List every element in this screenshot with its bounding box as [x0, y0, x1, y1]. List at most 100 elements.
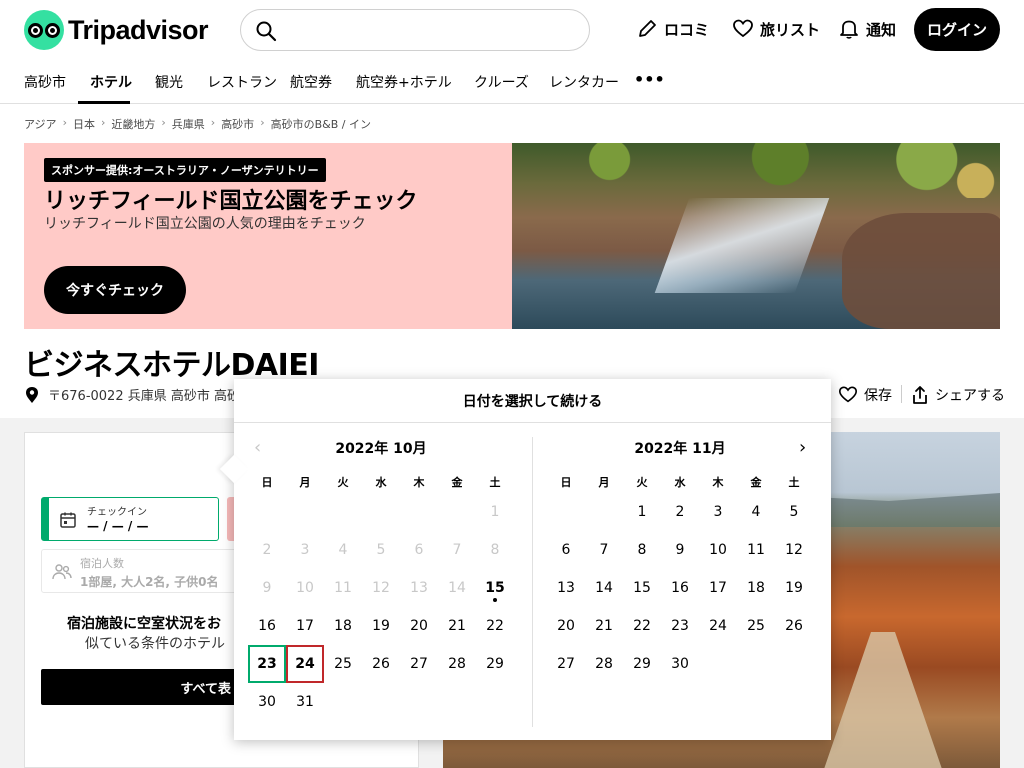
weekday-header: 金 — [451, 476, 463, 489]
nav-item-flights[interactable]: 航空券 — [290, 72, 332, 92]
calendar-day[interactable]: 29 — [476, 645, 514, 683]
calendar-day[interactable]: 12 — [775, 531, 813, 569]
calendar-day-checkout[interactable]: 24 — [286, 645, 324, 683]
calendar-day[interactable]: 16 — [248, 607, 286, 645]
sponsored-banner[interactable]: スポンサー提供:オーストラリア・ノーザンテリトリー リッチフィールド国立公園をチ… — [24, 143, 1000, 329]
share-label: シェアする — [935, 388, 1005, 404]
breadcrumb-item[interactable]: 高砂市 — [221, 116, 254, 132]
calendar-day[interactable]: 17 — [699, 569, 737, 607]
nav-item-restaurants[interactable]: レストラン — [207, 72, 277, 92]
nav-item-rental-cars[interactable]: レンタカー — [549, 72, 619, 92]
calendar-day[interactable]: 16 — [661, 569, 699, 607]
calendar-day[interactable]: 30 — [661, 645, 699, 683]
calendar-day[interactable]: 22 — [623, 607, 661, 645]
calendar-day[interactable]: 17 — [286, 607, 324, 645]
checkin-date-field[interactable]: チェックイン — / — / — — [41, 497, 219, 541]
calendar-day[interactable]: 1 — [623, 493, 661, 531]
nav-more-button[interactable]: ••• — [634, 70, 665, 89]
calendar-day[interactable]: 31 — [286, 683, 324, 721]
weekday-header: 木 — [413, 476, 425, 489]
month-title: 2022年 11月 — [634, 441, 726, 457]
calendar-day[interactable]: 15 — [623, 569, 661, 607]
hotel-name: ビジネスホテルDAIEI — [24, 348, 319, 383]
calendar-day[interactable]: 20 — [400, 607, 438, 645]
calendar-day[interactable]: 10 — [699, 531, 737, 569]
sponsor-tag: スポンサー提供:オーストラリア・ノーザンテリトリー — [44, 158, 326, 182]
calendar-day[interactable]: 30 — [248, 683, 286, 721]
calendar-day[interactable]: 18 — [324, 607, 362, 645]
search-input[interactable] — [240, 9, 590, 51]
calendar-day-today[interactable]: 15 — [476, 569, 514, 607]
calendar-day[interactable]: 9 — [661, 531, 699, 569]
heart-icon — [733, 19, 753, 38]
checkin-value: — / — / — — [87, 519, 149, 533]
calendar-day: 8 — [490, 542, 500, 558]
calendar-day[interactable]: 3 — [699, 493, 737, 531]
calendar-day[interactable]: 6 — [547, 531, 585, 569]
write-review-link[interactable]: ロコミ — [636, 18, 709, 40]
month-divider — [532, 437, 533, 727]
checkin-label: チェックイン — [87, 507, 147, 518]
calendar-day[interactable]: 21 — [438, 607, 476, 645]
calendar-day[interactable]: 5 — [775, 493, 813, 531]
calendar-day[interactable]: 19 — [362, 607, 400, 645]
calendar-day[interactable]: 25 — [324, 645, 362, 683]
calendar-day[interactable]: 4 — [737, 493, 775, 531]
trips-link[interactable]: 旅リスト — [732, 18, 820, 40]
breadcrumb-item[interactable]: 近畿地方 — [111, 116, 155, 132]
calendar-day[interactable]: 26 — [775, 607, 813, 645]
calendar-day: 7 — [452, 542, 462, 558]
breadcrumb-item[interactable]: 兵庫県 — [172, 116, 205, 132]
nav-item-attractions[interactable]: 観光 — [155, 72, 183, 92]
calendar-day[interactable]: 13 — [547, 569, 585, 607]
month-title: 2022年 10月 — [335, 441, 427, 457]
calendar-day[interactable]: 14 — [585, 569, 623, 607]
weekday-header: 木 — [712, 476, 724, 489]
calendar-day[interactable]: 19 — [775, 569, 813, 607]
availability-message: 宿泊施設に空室状況をお — [67, 616, 221, 632]
category-nav: 高砂市 ホテル 観光 レストラン 航空券 航空券+ホテル クルーズ レンタカー … — [0, 60, 1024, 104]
calendar-day[interactable]: 23 — [661, 607, 699, 645]
next-month-chevron-icon[interactable]: › — [799, 437, 806, 458]
calendar-day[interactable]: 28 — [438, 645, 476, 683]
notifications-link[interactable]: 通知 — [838, 18, 896, 40]
calendar-day[interactable]: 28 — [585, 645, 623, 683]
calendar-day[interactable]: 20 — [547, 607, 585, 645]
date-picker-heading: 日付を選択して続ける — [234, 379, 831, 423]
calendar-day[interactable]: 2 — [661, 493, 699, 531]
calendar-day[interactable]: 24 — [699, 607, 737, 645]
nav-item-hotels[interactable]: ホテル — [90, 72, 132, 92]
banner-check-now-button[interactable]: 今すぐチェック — [44, 266, 186, 314]
show-all-button[interactable]: すべて表 — [41, 669, 241, 705]
calendar-day[interactable]: 26 — [362, 645, 400, 683]
calendar-day[interactable]: 27 — [547, 645, 585, 683]
calendar-day[interactable]: 29 — [623, 645, 661, 683]
nav-item-city[interactable]: 高砂市 — [24, 72, 66, 92]
banner-text-panel: スポンサー提供:オーストラリア・ノーザンテリトリー リッチフィールド国立公園をチ… — [24, 143, 512, 329]
save-button[interactable]: 保存 — [838, 385, 892, 405]
calendar-day-checkin[interactable]: 23 — [248, 645, 286, 683]
share-button[interactable]: シェアする — [911, 385, 1005, 405]
login-button[interactable]: ログイン — [914, 8, 1000, 51]
nav-item-flight-hotel[interactable]: 航空券+ホテル — [356, 72, 452, 92]
calendar-day: 1 — [490, 504, 500, 520]
calendar-day[interactable]: 8 — [623, 531, 661, 569]
calendar-day[interactable]: 25 — [737, 607, 775, 645]
weekday-header: 日 — [560, 476, 572, 489]
logo-text: Tripadvisor — [68, 14, 209, 45]
guests-field[interactable]: 宿泊人数 1部屋, 大人2名, 子供0名 — [41, 549, 241, 593]
guests-label: 宿泊人数 — [80, 557, 124, 570]
nav-item-cruises[interactable]: クルーズ — [474, 72, 529, 92]
calendar-day[interactable]: 11 — [737, 531, 775, 569]
availability-subtext: 似ている条件のホテル — [85, 636, 225, 652]
calendar-day[interactable]: 18 — [737, 569, 775, 607]
hotel-address[interactable]: 〒676-0022 兵庫県 高砂市 高砂 — [24, 385, 240, 404]
breadcrumb-item[interactable]: アジア — [24, 116, 57, 132]
breadcrumb-item[interactable]: 日本 — [73, 116, 95, 132]
nav-active-underline — [78, 101, 130, 104]
tripadvisor-logo[interactable]: Tripadvisor — [24, 10, 209, 50]
calendar-day[interactable]: 7 — [585, 531, 623, 569]
calendar-day[interactable]: 27 — [400, 645, 438, 683]
calendar-day[interactable]: 21 — [585, 607, 623, 645]
calendar-day[interactable]: 22 — [476, 607, 514, 645]
